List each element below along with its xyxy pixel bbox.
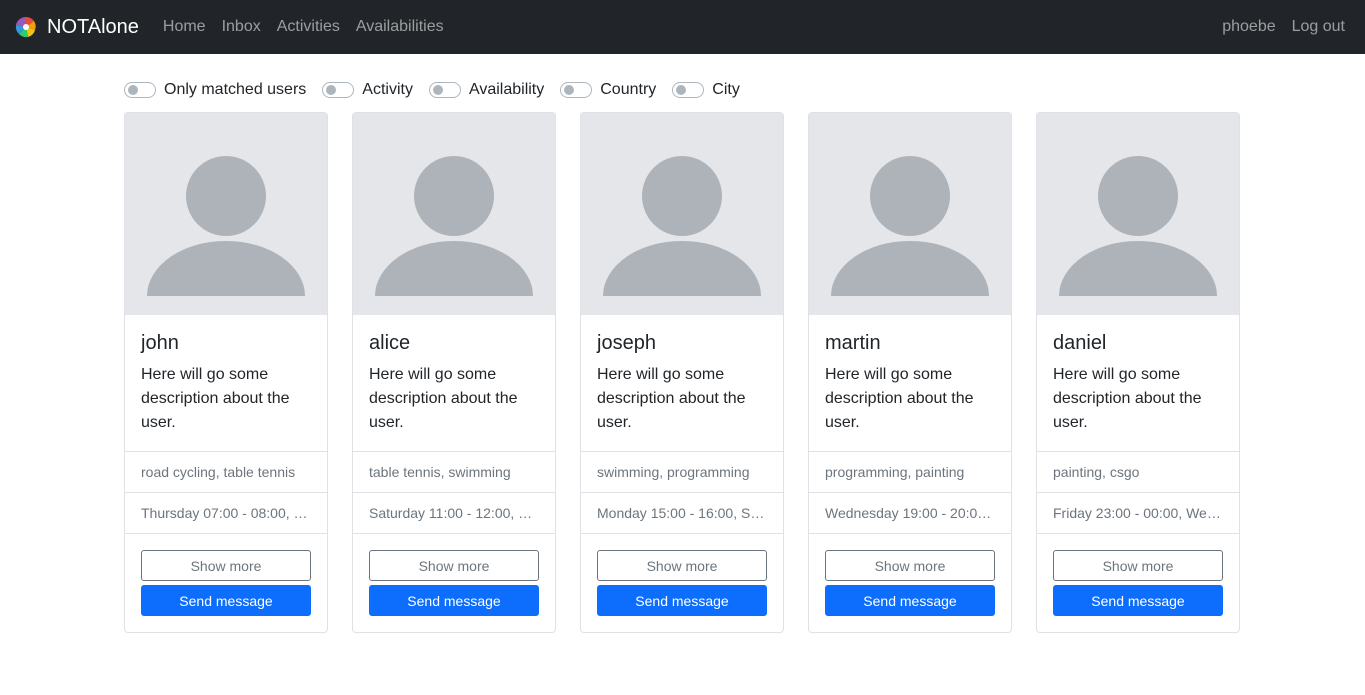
avatar-placeholder-icon — [581, 113, 783, 315]
user-card: joseph Here will go some description abo… — [580, 112, 784, 633]
toggle-only-matched[interactable] — [124, 82, 156, 98]
card-footer: Show more Send message — [353, 533, 555, 616]
toggle-city[interactable] — [672, 82, 705, 98]
user-activities: swimming, programming — [581, 451, 783, 492]
user-availability: Monday 15:00 - 16:00, S… — [581, 492, 783, 533]
user-activities: road cycling, table tennis — [125, 451, 327, 492]
user-name: john — [141, 332, 179, 354]
user-card: martin Here will go some description abo… — [808, 112, 1012, 633]
filter-label: Only matched users — [164, 81, 307, 98]
nav-inbox[interactable]: Inbox — [222, 18, 261, 36]
card-body: john Here will go some description about… — [125, 315, 327, 451]
card-body: daniel Here will go some description abo… — [1037, 315, 1239, 451]
avatar-placeholder-icon — [125, 113, 327, 315]
filter-bar: Only matched users Activity Availability… — [0, 54, 1365, 108]
card-footer: Show more Send message — [809, 533, 1011, 616]
card-body: joseph Here will go some description abo… — [581, 315, 783, 451]
brand-link[interactable]: NOTAlone — [14, 15, 139, 39]
user-description: Here will go some description about the … — [597, 366, 746, 431]
card-footer: Show more Send message — [581, 533, 783, 616]
user-name: martin — [825, 332, 881, 354]
user-description: Here will go some description about the … — [825, 366, 974, 431]
user-card: daniel Here will go some description abo… — [1036, 112, 1240, 633]
nav-left: NOTAlone Home Inbox Activities Availabil… — [14, 15, 460, 39]
nav-activities[interactable]: Activities — [277, 18, 340, 36]
nav-logout[interactable]: Log out — [1292, 18, 1345, 36]
user-description: Here will go some description about the … — [141, 366, 290, 431]
navbar: NOTAlone Home Inbox Activities Availabil… — [0, 0, 1365, 54]
filter-city: City — [672, 81, 740, 99]
nav-home[interactable]: Home — [163, 18, 206, 36]
user-availability: Wednesday 19:00 - 20:0… — [809, 492, 1011, 533]
filter-label: Availability — [468, 81, 545, 98]
nav-right: phoebe Log out — [1206, 18, 1345, 36]
pinwheel-logo-icon — [15, 16, 37, 38]
send-message-button[interactable]: Send message — [141, 585, 311, 616]
toggle-availability[interactable] — [428, 82, 461, 98]
send-message-button[interactable]: Send message — [1053, 585, 1223, 616]
user-card: alice Here will go some description abou… — [352, 112, 556, 633]
brand-name: NOTAlone — [47, 15, 139, 38]
filter-activity: Activity — [322, 81, 413, 99]
user-description: Here will go some description about the … — [1053, 366, 1202, 431]
show-more-button[interactable]: Show more — [1053, 550, 1223, 581]
card-footer: Show more Send message — [1037, 533, 1239, 616]
card-footer: Show more Send message — [125, 533, 327, 616]
user-name: daniel — [1053, 332, 1107, 354]
user-card-list: john Here will go some description about… — [0, 112, 1365, 633]
user-name: joseph — [597, 332, 656, 354]
toggle-country[interactable] — [560, 82, 593, 98]
send-message-button[interactable]: Send message — [825, 585, 995, 616]
filter-availability: Availability — [428, 81, 545, 99]
filter-country: Country — [560, 81, 656, 99]
nav-user[interactable]: phoebe — [1222, 18, 1275, 36]
show-more-button[interactable]: Show more — [369, 550, 539, 581]
filter-label: Activity — [362, 81, 413, 98]
show-more-button[interactable]: Show more — [141, 550, 311, 581]
user-activities: table tennis, swimming — [353, 451, 555, 492]
show-more-button[interactable]: Show more — [597, 550, 767, 581]
avatar-placeholder-icon — [1037, 113, 1239, 315]
filter-label: Country — [600, 81, 657, 98]
user-activities: programming, painting — [809, 451, 1011, 492]
filter-label: City — [712, 81, 740, 98]
user-activities: painting, csgo — [1037, 451, 1239, 492]
send-message-button[interactable]: Send message — [597, 585, 767, 616]
send-message-button[interactable]: Send message — [369, 585, 539, 616]
toggle-activity[interactable] — [322, 82, 355, 98]
user-name: alice — [369, 332, 411, 354]
avatar-placeholder-icon — [809, 113, 1011, 315]
user-availability: Friday 23:00 - 00:00, We… — [1037, 492, 1239, 533]
user-availability: Thursday 07:00 - 08:00, … — [125, 492, 327, 533]
show-more-button[interactable]: Show more — [825, 550, 995, 581]
card-body: martin Here will go some description abo… — [809, 315, 1011, 451]
nav-availabilities[interactable]: Availabilities — [356, 18, 444, 36]
filter-only-matched: Only matched users — [124, 81, 306, 99]
user-description: Here will go some description about the … — [369, 366, 518, 431]
user-card: john Here will go some description about… — [124, 112, 328, 633]
avatar-placeholder-icon — [353, 113, 555, 315]
user-availability: Saturday 11:00 - 12:00, … — [353, 492, 555, 533]
card-body: alice Here will go some description abou… — [353, 315, 555, 451]
